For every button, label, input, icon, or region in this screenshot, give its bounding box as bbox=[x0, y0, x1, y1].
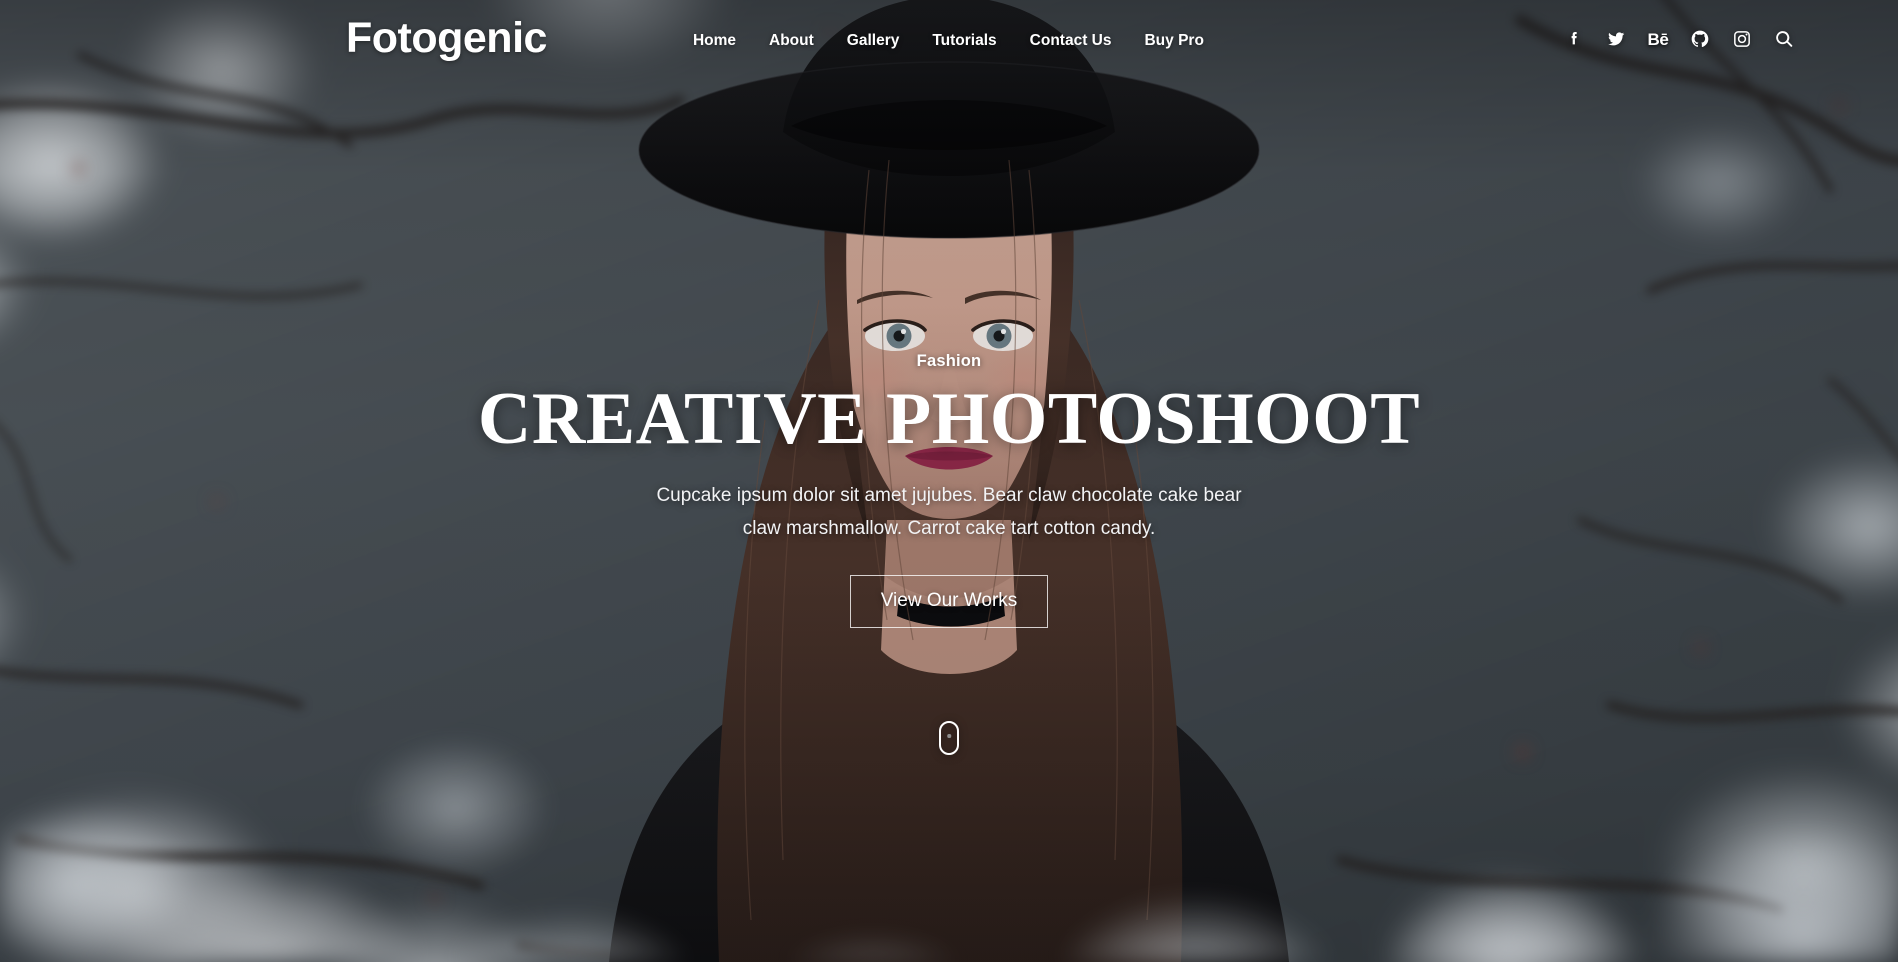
facebook-icon[interactable] bbox=[1564, 29, 1584, 49]
instagram-icon[interactable] bbox=[1732, 29, 1752, 49]
nav-link-home[interactable]: Home bbox=[693, 32, 736, 50]
site-header: Fotogenic Home About Gallery Tutorials C… bbox=[0, 0, 1898, 80]
nav-link-about[interactable]: About bbox=[769, 32, 814, 50]
view-our-works-button[interactable]: View Our Works bbox=[849, 575, 1049, 629]
search-icon[interactable] bbox=[1774, 29, 1794, 49]
page-title: CREATIVE PHOTOSHOOT bbox=[477, 378, 1421, 460]
hero-content: Fashion CREATIVE PHOTOSHOOT Cupcake ipsu… bbox=[399, 352, 1499, 629]
nav-link-buy-pro[interactable]: Buy Pro bbox=[1144, 32, 1203, 50]
behance-glyph: Bē bbox=[1647, 29, 1669, 49]
scroll-down-mouse-icon[interactable] bbox=[939, 721, 959, 755]
behance-icon[interactable]: Bē bbox=[1647, 29, 1669, 49]
github-icon[interactable] bbox=[1690, 29, 1710, 49]
nav-link-gallery[interactable]: Gallery bbox=[847, 32, 900, 50]
twitter-icon[interactable] bbox=[1606, 29, 1626, 49]
hero-description: Cupcake ipsum dolor sit amet jujubes. Be… bbox=[656, 484, 1242, 539]
main-navigation: Home About Gallery Tutorials Contact Us … bbox=[693, 32, 1204, 50]
nav-link-tutorials[interactable]: Tutorials bbox=[932, 32, 996, 50]
hero-section: Fotogenic Home About Gallery Tutorials C… bbox=[0, 0, 1898, 962]
hero-category-label: Fashion bbox=[916, 352, 982, 370]
nav-link-contact-us[interactable]: Contact Us bbox=[1030, 32, 1112, 50]
site-logo[interactable]: Fotogenic bbox=[346, 16, 547, 60]
social-links: Bē bbox=[1564, 29, 1794, 49]
